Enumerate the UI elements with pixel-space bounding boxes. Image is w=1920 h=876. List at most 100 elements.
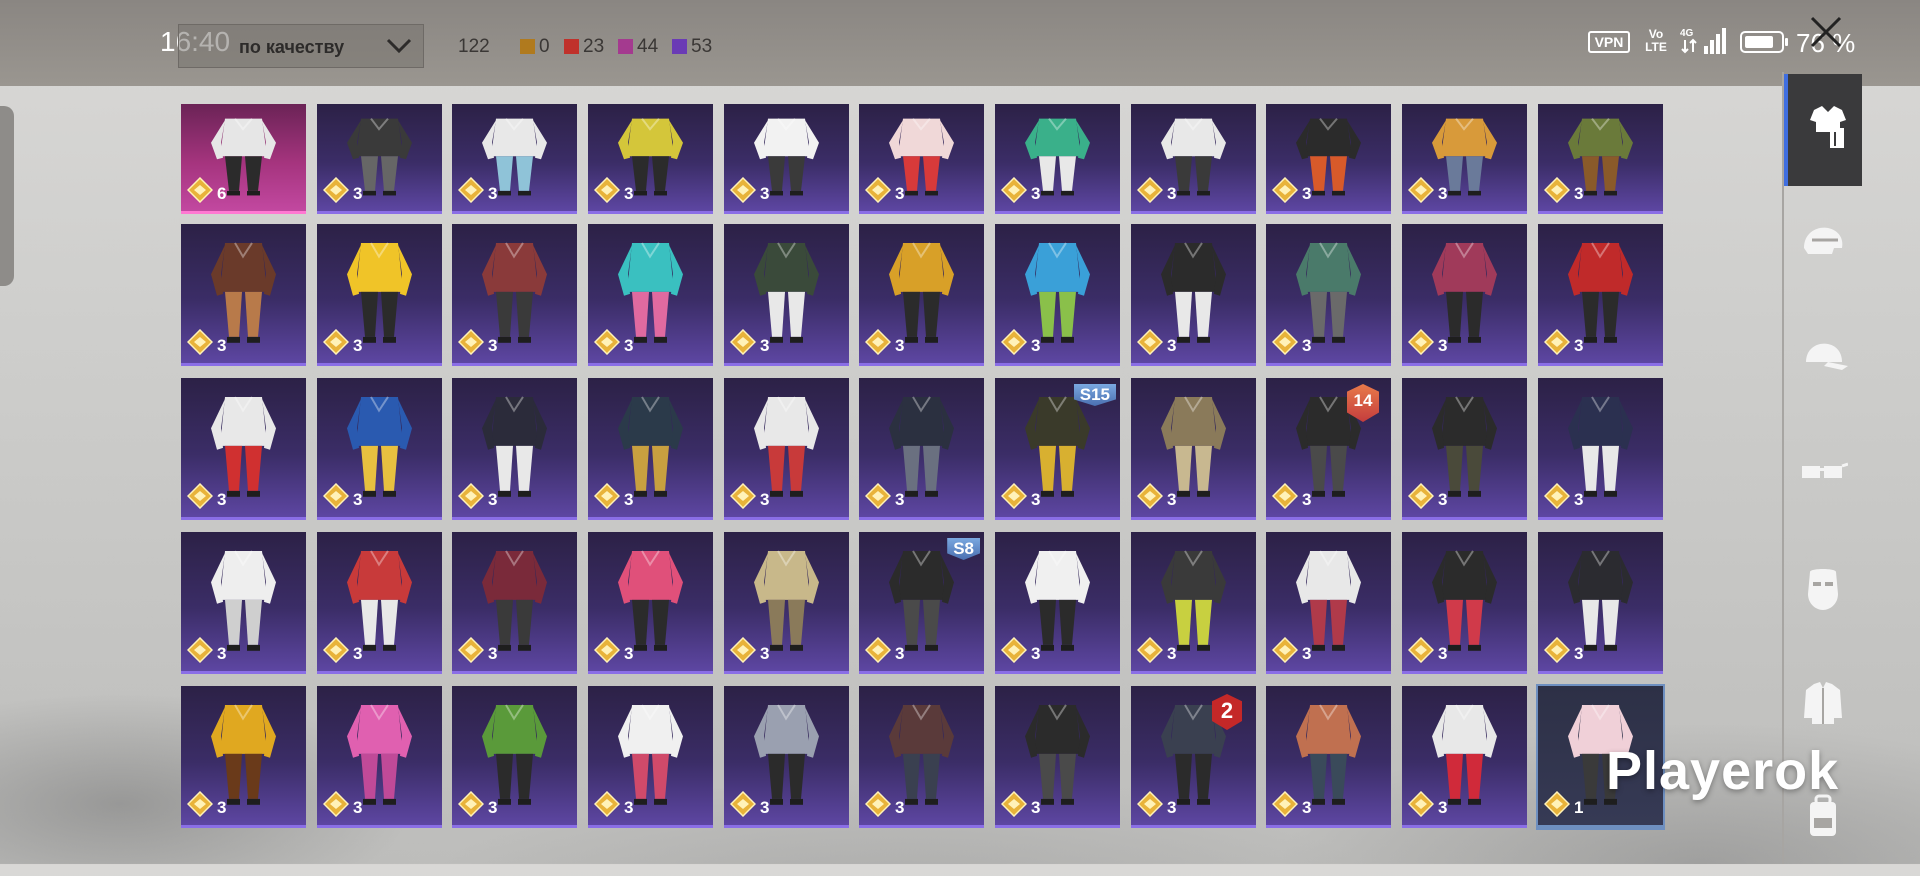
inventory-item[interactable]: 3 (317, 532, 442, 674)
inventory-item[interactable]: 3 (1266, 104, 1391, 214)
watermark: Playerok (1606, 741, 1840, 801)
inventory-item[interactable]: 3 (1266, 224, 1391, 366)
inventory-item[interactable]: 3 (724, 686, 849, 828)
item-count: 3 (1031, 798, 1041, 817)
inventory-item[interactable]: 3 (1402, 532, 1527, 674)
item-count: 3 (217, 490, 227, 509)
inventory-item[interactable]: 3 (181, 532, 306, 674)
inventory-item[interactable]: 3 (1266, 532, 1391, 674)
network-label: 4G (1680, 28, 1694, 39)
inventory-item[interactable]: 3 (1402, 686, 1527, 828)
item-count: 3 (488, 798, 498, 817)
item-count: 3 (895, 644, 905, 663)
sidebar-item-outfit[interactable] (1784, 74, 1862, 186)
inventory-item[interactable]: 3 (1402, 378, 1527, 520)
item-count: 3 (624, 336, 634, 355)
inventory-item[interactable]: 3 (1538, 224, 1663, 366)
tier-diamond-icon (1544, 791, 1570, 817)
inventory-item[interactable]: 3 (1131, 532, 1256, 674)
tier-diamond-icon (187, 177, 213, 203)
item-count: 3 (760, 798, 770, 817)
tier-diamond-icon (323, 177, 349, 203)
inventory-item[interactable]: 3 (724, 378, 849, 520)
inventory-item[interactable]: 3 (995, 104, 1120, 214)
item-count: 3 (760, 644, 770, 663)
inventory-item[interactable]: 3 (452, 532, 577, 674)
sidebar-item-helmet[interactable] (1784, 190, 1862, 302)
inventory-item[interactable]: 3 (452, 104, 577, 214)
inventory-item[interactable]: 3 (317, 224, 442, 366)
inventory-item[interactable]: 3 (1131, 378, 1256, 520)
tier-diamond-icon (187, 637, 213, 663)
inventory-item[interactable]: 3 (724, 532, 849, 674)
inventory-item[interactable]: 3 (452, 686, 577, 828)
inventory-item[interactable]: 3 (1538, 378, 1663, 520)
inventory-item[interactable]: 3 (317, 104, 442, 214)
item-count: 3 (895, 490, 905, 509)
item-count: 3 (1167, 184, 1177, 203)
tier-diamond-icon (1272, 791, 1298, 817)
sidebar-item-mask[interactable] (1784, 536, 1862, 648)
inventory-item[interactable]: 3 (588, 378, 713, 520)
close-icon[interactable] (1804, 12, 1848, 56)
inventory-item[interactable]: 3 (181, 378, 306, 520)
item-count: 3 (1438, 336, 1448, 355)
inventory-item[interactable]: 3 (181, 224, 306, 366)
inventory-item[interactable]: 3 14 (1266, 378, 1391, 520)
inventory-item[interactable]: 3 (588, 686, 713, 828)
item-count: 3 (1167, 336, 1177, 355)
item-count: 3 (217, 644, 227, 663)
inventory-item[interactable]: 3 (181, 686, 306, 828)
inventory-item[interactable]: 3 S15 (995, 378, 1120, 520)
inventory-item[interactable]: 3 (1266, 686, 1391, 828)
sort-dropdown[interactable]: по качеству (178, 24, 424, 68)
inventory-item[interactable]: 3 S8 (859, 532, 984, 674)
inventory-item[interactable]: 32 (1131, 686, 1256, 828)
side-pull-tab[interactable] (0, 106, 14, 286)
tier-diamond-icon (594, 483, 620, 509)
tier-diamond-icon (865, 177, 891, 203)
item-count: 3 (1167, 490, 1177, 509)
sidebar-item-cap[interactable] (1784, 304, 1862, 416)
inventory-item[interactable]: 3 (859, 686, 984, 828)
inventory-item[interactable]: 3 (588, 224, 713, 366)
inventory-item[interactable]: 3 (724, 224, 849, 366)
inventory-item[interactable]: 3 (995, 686, 1120, 828)
inventory-item[interactable]: 3 (317, 378, 442, 520)
inventory-item[interactable]: 3 (995, 532, 1120, 674)
inventory-item[interactable]: 3 (588, 532, 713, 674)
quality-swatch (672, 39, 687, 54)
tier-diamond-icon (187, 483, 213, 509)
inventory-item[interactable]: 3 (1131, 224, 1256, 366)
inventory-item[interactable]: 3 (452, 378, 577, 520)
tier-diamond-icon (458, 791, 484, 817)
tier-diamond-icon (1272, 177, 1298, 203)
item-count: 3 (1031, 184, 1041, 203)
tier-diamond-icon (1137, 791, 1163, 817)
signal-icon: 4G (1680, 26, 1730, 61)
item-count: 3 (895, 184, 905, 203)
inventory-item[interactable]: 3 (1538, 532, 1663, 674)
item-count: 3 (1438, 644, 1448, 663)
inventory-item[interactable]: 3 (859, 104, 984, 214)
inventory-item[interactable]: 3 (1402, 104, 1527, 214)
tier-diamond-icon (1272, 329, 1298, 355)
sort-dropdown-label: по качеству (239, 37, 345, 57)
inventory-item[interactable]: 3 (859, 378, 984, 520)
outfit-icon (1810, 106, 1846, 148)
inventory-item[interactable]: 3 (859, 224, 984, 366)
inventory-item[interactable]: 3 (1131, 104, 1256, 214)
sidebar-item-glasses[interactable] (1784, 420, 1862, 532)
inventory-item[interactable]: 3 (995, 224, 1120, 366)
jacket-icon (1804, 682, 1842, 724)
inventory-item[interactable]: 3 (452, 224, 577, 366)
item-count: 3 (1438, 490, 1448, 509)
inventory-item[interactable]: 6 (181, 104, 306, 214)
item-count: 3 (1438, 184, 1448, 203)
inventory-item[interactable]: 3 (317, 686, 442, 828)
tier-diamond-icon (1137, 637, 1163, 663)
inventory-item[interactable]: 3 (1538, 104, 1663, 214)
inventory-item[interactable]: 3 (588, 104, 713, 214)
inventory-item[interactable]: 3 (724, 104, 849, 214)
inventory-item[interactable]: 3 (1402, 224, 1527, 366)
